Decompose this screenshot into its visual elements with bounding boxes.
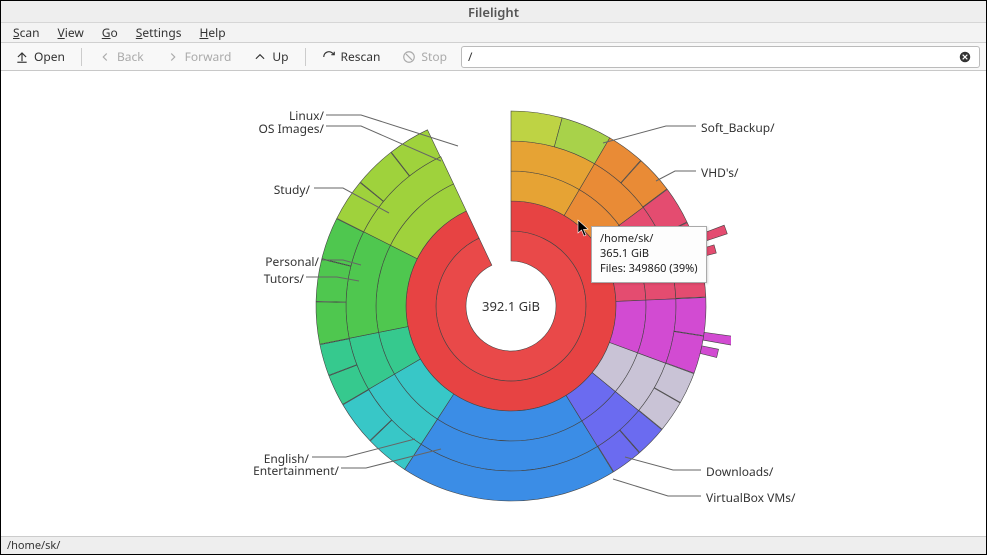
label-vhds: VHD's/ — [701, 164, 738, 181]
toolbar-separator-2 — [305, 48, 306, 66]
label-entertainment: Entertainment/ — [251, 462, 339, 479]
menubar: Scan View Go Settings Help — [1, 23, 986, 43]
menu-view-label: iew — [65, 24, 84, 41]
label-virtualbox-vms: VirtualBox VMs/ — [706, 489, 795, 506]
label-personal: Personal/ — [241, 253, 319, 270]
stop-icon — [402, 50, 416, 64]
open-icon — [15, 50, 29, 64]
stop-button[interactable]: Stop — [394, 45, 455, 68]
tooltip-path: /home/sk/ — [600, 232, 698, 247]
label-downloads: Downloads/ — [706, 463, 773, 480]
window-titlebar: Filelight — [1, 1, 986, 23]
label-soft-backup: Soft_Backup/ — [701, 119, 775, 136]
menu-go-label: o — [111, 24, 118, 41]
label-study: Study/ — [235, 181, 310, 198]
back-button[interactable]: Back — [90, 45, 152, 68]
rescan-label: Rescan — [341, 48, 381, 65]
up-button[interactable]: Up — [245, 45, 296, 68]
up-label: Up — [272, 48, 288, 65]
location-value: / — [468, 48, 472, 65]
forward-label: Forward — [185, 48, 232, 65]
up-icon — [253, 50, 267, 64]
status-path: /home/sk/ — [7, 538, 60, 553]
chart-canvas[interactable]: Linux/ OS Images/ Study/ Personal/ Tutor… — [1, 71, 986, 536]
window-title: Filelight — [468, 3, 519, 21]
status-bar: /home/sk/ — [1, 536, 986, 554]
toolbar: Open Back Forward Up Rescan Stop / — [1, 43, 986, 71]
menu-scan-label: can — [20, 24, 40, 41]
open-button[interactable]: Open — [7, 45, 73, 68]
tooltip-size: 365.1 GiB — [600, 247, 698, 262]
clear-icon — [958, 50, 972, 64]
menu-go[interactable]: Go — [94, 22, 126, 43]
hover-tooltip: /home/sk/ 365.1 GiB Files: 349860 (39%) — [591, 226, 707, 283]
rescan-button[interactable]: Rescan — [314, 45, 389, 68]
tooltip-files: Files: 349860 (39%) — [600, 262, 698, 277]
menu-view[interactable]: View — [50, 22, 92, 43]
menu-settings-label: ettings — [142, 24, 181, 41]
back-icon — [98, 50, 112, 64]
forward-button[interactable]: Forward — [158, 45, 240, 68]
label-os-images: OS Images/ — [249, 120, 324, 137]
toolbar-separator — [81, 48, 82, 66]
menu-settings[interactable]: Settings — [128, 22, 190, 43]
back-label: Back — [117, 48, 144, 65]
location-bar[interactable]: / — [461, 46, 980, 68]
menu-help[interactable]: Help — [191, 22, 233, 43]
center-size-label: 392.1 GiB — [482, 297, 540, 315]
rescan-icon — [322, 50, 336, 64]
stop-label: Stop — [421, 48, 447, 65]
menu-help-label: elp — [208, 24, 225, 41]
label-tutors: Tutors/ — [229, 270, 304, 287]
menu-scan[interactable]: Scan — [5, 22, 48, 43]
forward-icon — [166, 50, 180, 64]
location-clear-button[interactable] — [957, 49, 973, 65]
open-label: Open — [34, 48, 65, 65]
